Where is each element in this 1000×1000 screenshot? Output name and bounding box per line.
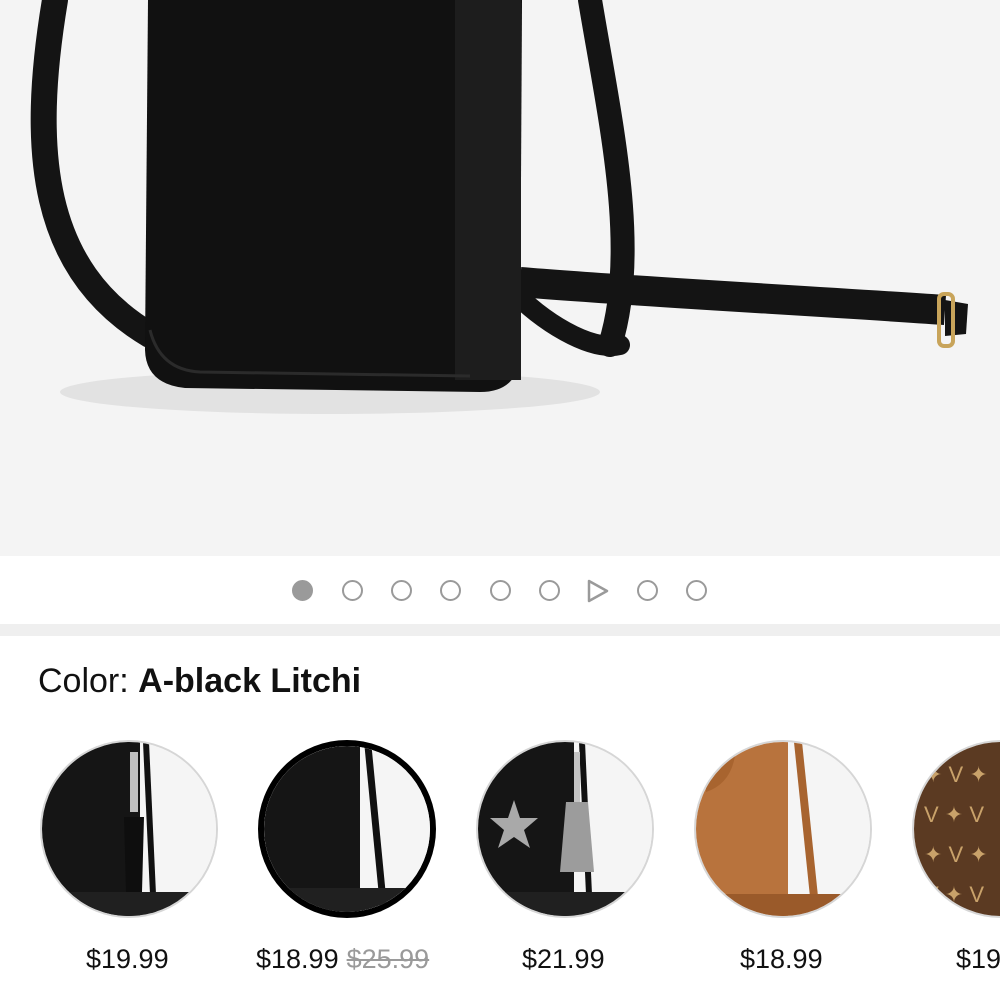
svg-text:V ✦ V: V ✦ V xyxy=(924,882,984,907)
color-swatch-1[interactable] xyxy=(40,740,218,918)
carousel-dot-5[interactable] xyxy=(490,580,511,601)
variant-price-1: $19.99 xyxy=(86,944,169,975)
color-swatch-4[interactable] xyxy=(694,740,872,918)
price-current: $19.99 xyxy=(86,944,169,974)
swatch-image: ✦ V ✦ V ✦ V ✦ V ✦ V ✦ V xyxy=(914,742,1000,916)
variant-price-4: $18.99 xyxy=(740,944,823,975)
swatch-image xyxy=(42,742,216,916)
color-label-prefix: Color: xyxy=(38,662,129,700)
swatch-image xyxy=(264,746,430,912)
carousel-dot-2[interactable] xyxy=(342,580,363,601)
carousel-pager xyxy=(0,556,1000,624)
svg-text:✦ V ✦: ✦ V ✦ xyxy=(924,842,988,867)
price-current: $18.99 xyxy=(740,944,823,974)
carousel-dot-1[interactable] xyxy=(292,580,313,601)
price-current: $21.99 xyxy=(522,944,605,974)
product-page: Color: A-black Litchi ✦ V ✦ V ✦ V ✦ V ✦ … xyxy=(0,0,1000,1000)
price-original: $25.99 xyxy=(346,944,430,974)
section-divider xyxy=(0,624,1000,636)
svg-text:✦ V ✦: ✦ V ✦ xyxy=(924,762,988,787)
carousel-dot-3[interactable] xyxy=(391,580,412,601)
swatch-image xyxy=(696,742,870,916)
carousel-dot-9[interactable] xyxy=(686,580,707,601)
video-play-icon[interactable] xyxy=(585,578,611,604)
color-swatch-3[interactable] xyxy=(476,740,654,918)
variant-price-2: $18.99 $25.99 xyxy=(256,944,429,975)
price-current: $18.99 xyxy=(256,944,339,974)
carousel-dot-4[interactable] xyxy=(440,580,461,601)
svg-text:V ✦ V: V ✦ V xyxy=(924,802,984,827)
product-image[interactable] xyxy=(0,0,1000,556)
variant-price-5: $19 xyxy=(956,944,1000,975)
carousel-dot-6[interactable] xyxy=(539,580,560,601)
variant-price-3: $21.99 xyxy=(522,944,605,975)
bag-illustration xyxy=(30,0,968,414)
carousel-dot-8[interactable] xyxy=(637,580,658,601)
price-current: $19 xyxy=(956,944,1000,974)
color-label: Color: A-black Litchi xyxy=(38,662,361,701)
selected-color-name: A-black Litchi xyxy=(138,662,362,700)
swatch-image xyxy=(478,742,652,916)
color-swatch-5[interactable]: ✦ V ✦ V ✦ V ✦ V ✦ V ✦ V xyxy=(912,740,1000,918)
color-swatch-2[interactable] xyxy=(258,740,436,918)
